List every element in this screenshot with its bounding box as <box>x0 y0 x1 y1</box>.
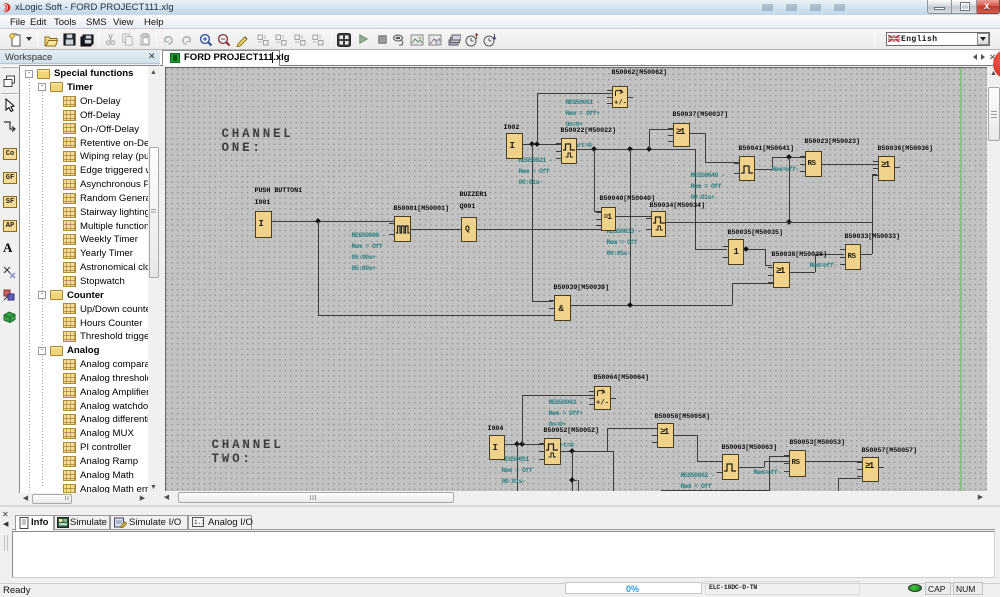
svg-text:+/-: +/- <box>614 99 627 107</box>
svg-text:+/-: +/- <box>596 399 609 407</box>
svg-text:1.1: 1.1 <box>194 519 204 526</box>
